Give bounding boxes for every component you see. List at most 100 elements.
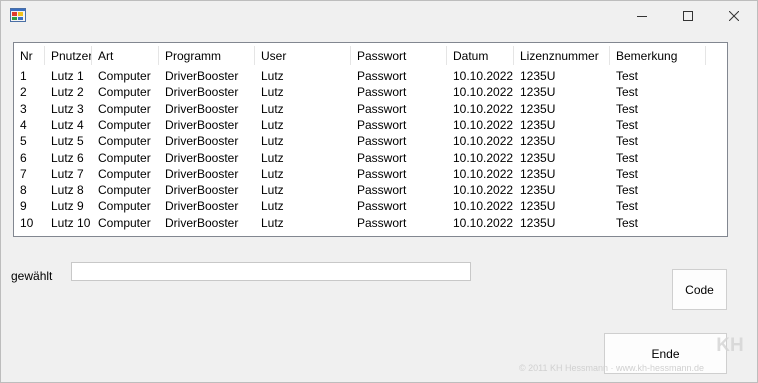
cell-art: Computer [98, 134, 151, 149]
data-listview[interactable]: Nr Pnutzer Art Programm User Passwort Datum Liz… [13, 42, 728, 237]
table-row[interactable]: 9 Lutz 9 Computer DriverBooster Lutz Passwort… [14, 198, 714, 214]
cell-bemerkung: Test [616, 69, 639, 83]
cell-lizenznummer: 1235U [520, 183, 556, 198]
cell-passwort: Passwort [357, 199, 407, 214]
cell-pnutzer: Lutz 2 [51, 85, 84, 100]
code-button[interactable]: Code [672, 269, 727, 310]
cell-art: Computer [98, 150, 151, 165]
cell-bemerkung: Test [616, 85, 639, 100]
column-header-bemerkung[interactable]: Bemerkung [610, 43, 706, 68]
cell-pnutzer: Lutz 6 [51, 150, 84, 165]
cell-programm: DriverBooster [165, 69, 239, 83]
cell-programm: DriverBooster [165, 101, 239, 116]
maximize-button[interactable] [665, 1, 711, 31]
main-window: Nr Pnutzer Art Programm User Passwort Datum Liz… [0, 0, 758, 383]
watermark-logo: KH [716, 335, 744, 356]
cell-art: Computer [98, 183, 151, 198]
cell-passwort: Passwort [357, 150, 407, 165]
cell-datum: 10.10.2022 [453, 134, 514, 149]
watermark-text: © 2011 KH Hessmann · www.kh-hessmann.de [519, 363, 705, 373]
table-row[interactable]: 5 Lutz 5 Computer DriverBooster Lutz Passwort… [14, 133, 714, 149]
cell-nr: 8 [20, 183, 27, 198]
cell-nr: 6 [20, 150, 27, 165]
cell-bemerkung: Test [616, 150, 639, 165]
column-header-pnutzer[interactable]: Pnutzer [45, 43, 92, 68]
cell-passwort: Passwort [357, 101, 407, 116]
table-row[interactable]: 8 Lutz 8 Computer DriverBooster Lutz Passwort… [14, 182, 714, 198]
cell-lizenznummer: 1235U [520, 150, 556, 165]
cell-art: Computer [98, 199, 151, 214]
column-header-art[interactable]: Art [92, 43, 159, 68]
table-row[interactable]: 3 Lutz 3 Computer DriverBooster Lutz Passwort… [14, 101, 714, 117]
minimize-icon [637, 16, 647, 17]
cell-lizenznummer: 1235U [520, 101, 556, 116]
table-row[interactable]: 6 Lutz 6 Computer DriverBooster Lutz Passwort… [14, 150, 714, 166]
cell-programm: DriverBooster [165, 150, 239, 165]
cell-nr: 7 [20, 166, 27, 181]
cell-user: Lutz [261, 183, 284, 198]
cell-user: Lutz [261, 117, 284, 132]
cell-datum: 10.10.2022 [453, 215, 514, 230]
cell-datum: 10.10.2022 [453, 150, 514, 165]
table-row[interactable]: 7 Lutz 7 Computer DriverBooster Lutz Passwort… [14, 166, 714, 182]
cell-user: Lutz [261, 199, 284, 214]
cell-pnutzer: Lutz 3 [51, 101, 84, 116]
cell-art: Computer [98, 215, 151, 230]
cell-programm: DriverBooster [165, 183, 239, 198]
cell-lizenznummer: 1235U [520, 166, 556, 181]
cell-art: Computer [98, 101, 151, 116]
cell-nr: 5 [20, 134, 27, 149]
close-icon [729, 11, 739, 21]
cell-user: Lutz [261, 69, 284, 83]
cell-datum: 10.10.2022 [453, 101, 514, 116]
column-header-passwort[interactable]: Passwort [351, 43, 447, 68]
cell-user: Lutz [261, 215, 284, 230]
table-row[interactable]: 2 Lutz 2 Computer DriverBooster Lutz Passwort… [14, 84, 714, 100]
cell-bemerkung: Test [616, 166, 639, 181]
column-header-lizenznummer[interactable]: Lizenznummer [514, 43, 610, 68]
cell-passwort: Passwort [357, 134, 407, 149]
close-button[interactable] [711, 1, 757, 31]
cell-pnutzer: Lutz 1 [51, 69, 84, 83]
minimize-button[interactable] [619, 1, 665, 31]
cell-nr: 4 [20, 117, 27, 132]
cell-lizenznummer: 1235U [520, 85, 556, 100]
cell-datum: 10.10.2022 [453, 199, 514, 214]
cell-user: Lutz [261, 134, 284, 149]
table-row[interactable]: 10 Lutz 10 Computer DriverBooster Lutz Passwo… [14, 215, 714, 231]
cell-lizenznummer: 1235U [520, 134, 556, 149]
column-header-user[interactable]: User [255, 43, 351, 68]
cell-bemerkung: Test [616, 117, 639, 132]
cell-pnutzer: Lutz 5 [51, 134, 84, 149]
cell-nr: 1 [20, 69, 27, 83]
cell-nr: 9 [20, 199, 27, 214]
app-icon [10, 8, 26, 22]
table-row[interactable]: 1 Lutz 1 Computer DriverBooster Lutz Passwort… [14, 68, 714, 84]
column-header-nr[interactable]: Nr [14, 43, 45, 68]
cell-bemerkung: Test [616, 134, 639, 149]
maximize-icon [683, 11, 693, 21]
cell-pnutzer: Lutz 4 [51, 117, 84, 132]
cell-bemerkung: Test [616, 101, 639, 116]
cell-user: Lutz [261, 150, 284, 165]
cell-programm: DriverBooster [165, 117, 239, 132]
cell-lizenznummer: 1235U [520, 199, 556, 214]
title-bar[interactable] [1, 1, 757, 31]
selected-value-field[interactable] [71, 262, 471, 281]
cell-nr: 3 [20, 101, 27, 116]
cell-datum: 10.10.2022 [453, 85, 514, 100]
column-header-programm[interactable]: Programm [159, 43, 255, 68]
cell-art: Computer [98, 69, 151, 83]
cell-datum: 10.10.2022 [453, 117, 514, 132]
cell-art: Computer [98, 117, 151, 132]
cell-passwort: Passwort [357, 69, 407, 83]
cell-passwort: Passwort [357, 166, 407, 181]
cell-datum: 10.10.2022 [453, 183, 514, 198]
cell-programm: DriverBooster [165, 85, 239, 100]
cell-bemerkung: Test [616, 199, 639, 214]
table-row[interactable]: 4 Lutz 4 Computer DriverBooster Lutz Passwort… [14, 117, 714, 133]
cell-lizenznummer: 1235U [520, 117, 556, 132]
listview-header: Nr Pnutzer Art Programm User Passwort Datum Liz… [14, 43, 727, 68]
column-header-datum[interactable]: Datum [447, 43, 514, 68]
cell-programm: DriverBooster [165, 134, 239, 149]
